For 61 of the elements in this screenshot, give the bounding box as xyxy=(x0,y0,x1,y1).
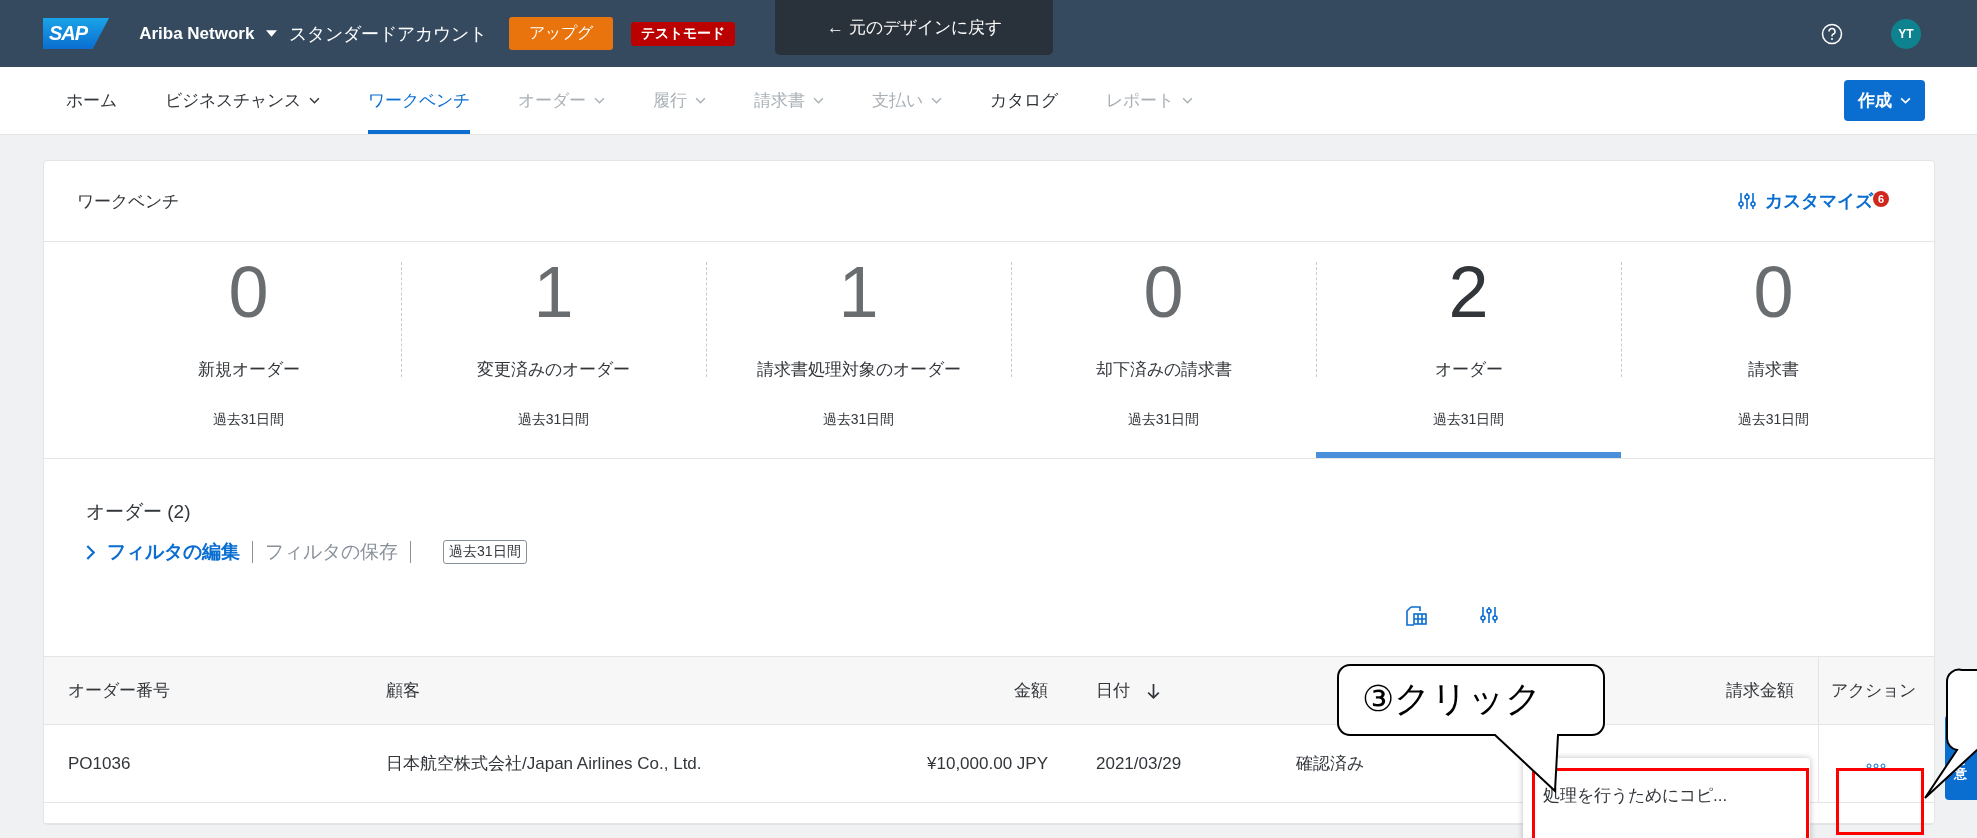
stat-tile[interactable]: 1 請求書処理対象のオーダー 過去31日間 xyxy=(706,242,1011,458)
sliders-icon[interactable] xyxy=(1479,605,1499,625)
tile-label: 変更済みのオーダー xyxy=(477,359,630,381)
stat-tile[interactable]: 2 オーダー 過去31日間 xyxy=(1316,242,1621,458)
section-title: オーダー (2) xyxy=(85,500,192,524)
column-header[interactable]: オーダー番号 xyxy=(68,681,170,700)
chevron-right-icon[interactable] xyxy=(86,544,95,560)
callout-text: ③クリック xyxy=(1362,679,1543,719)
back-to-classic-button[interactable]: ← 元のデザインに戻す xyxy=(775,0,1054,55)
stat-tile[interactable]: 1 変更済みのオーダー 過去31日間 xyxy=(401,242,706,458)
tile-count: 0 xyxy=(1143,256,1184,334)
tile-period: 過去31日間 xyxy=(1432,411,1505,429)
create-button[interactable]: 作成 xyxy=(1844,80,1925,121)
edit-filter-link[interactable]: フィルタの編集 xyxy=(107,539,240,565)
nav-tab[interactable]: ビジネスチャンス xyxy=(165,67,320,134)
nav-tab[interactable]: カタログ xyxy=(990,67,1058,134)
table-cell: PO1036 xyxy=(68,753,131,773)
notification-badge: 6 xyxy=(1873,191,1889,207)
filter-chip: 過去31日間 xyxy=(443,540,527,564)
nav-tab[interactable]: ホーム xyxy=(66,67,117,134)
tile-count: 2 xyxy=(1448,256,1489,334)
stat-tile[interactable]: 0 請求書 過去31日間 xyxy=(1621,242,1926,458)
sliders-icon[interactable] xyxy=(1737,191,1757,211)
tile-period: 過去31日間 xyxy=(822,411,895,429)
more-icon[interactable] xyxy=(1866,762,1887,769)
nav-tab[interactable]: ワークベンチ xyxy=(368,67,470,134)
tile-period: 過去31日間 xyxy=(1737,411,1810,429)
column-header[interactable]: 請求金額 xyxy=(1725,681,1794,700)
tile-count: 1 xyxy=(838,256,879,334)
column-header[interactable]: 日付 xyxy=(1096,681,1130,700)
tile-count: 1 xyxy=(533,256,574,334)
tile-label: オーダー xyxy=(1434,359,1503,381)
spreadsheet-export-icon[interactable] xyxy=(1405,605,1427,627)
stat-tile[interactable]: 0 新規オーダー 過去31日間 xyxy=(96,242,401,458)
table-cell: 確認済み xyxy=(1296,754,1364,773)
table-cell: 2021/03/29 xyxy=(1096,753,1182,773)
tile-label: 請求書 xyxy=(1748,359,1799,381)
user-avatar[interactable]: YT xyxy=(1891,18,1921,49)
tile-label: 却下済みの請求書 xyxy=(1095,359,1232,381)
sap-logo[interactable]: SAP xyxy=(43,18,110,49)
card-title: ワークベンチ xyxy=(77,190,179,213)
table-cell: ¥10,000.00 JPY xyxy=(927,753,1048,773)
table-cell: 日本航空株式会社/Japan Airlines Co., Ltd. xyxy=(386,754,702,773)
column-header[interactable]: 金額 xyxy=(1014,681,1048,700)
column-header[interactable]: 顧客 xyxy=(386,681,420,700)
tile-period: 過去31日間 xyxy=(517,411,590,429)
tile-count: 0 xyxy=(228,256,269,334)
chevron-down-icon[interactable] xyxy=(309,97,320,104)
help-icon[interactable] xyxy=(1821,22,1843,45)
tile-label: 請求書処理対象のオーダー xyxy=(756,359,961,381)
product-name[interactable]: Ariba Network xyxy=(139,23,255,44)
tile-count: 0 xyxy=(1753,256,1794,334)
tile-period: 過去31日間 xyxy=(212,411,285,429)
caret-icon[interactable] xyxy=(266,30,278,37)
account-name: スタンダードアカウント xyxy=(289,22,488,46)
test-mode-badge: テストモード xyxy=(631,21,736,46)
stat-tile[interactable]: 0 却下済みの請求書 過去31日間 xyxy=(1011,242,1316,458)
tile-label: 新規オーダー xyxy=(197,359,300,381)
tile-period: 過去31日間 xyxy=(1127,411,1200,429)
sort-down-icon[interactable] xyxy=(1146,683,1160,700)
customize-link[interactable]: カスタマイズ xyxy=(1765,189,1873,213)
